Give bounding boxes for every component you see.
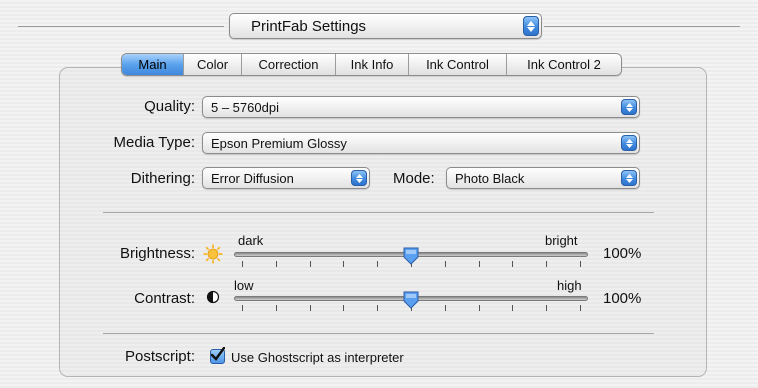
tab-color[interactable]: Color <box>184 54 242 75</box>
media-type-value: Epson Premium Glossy <box>211 135 347 151</box>
tab-main[interactable]: Main <box>122 54 184 75</box>
dithering-label: Dithering: <box>130 170 195 187</box>
slider-tick <box>309 305 311 311</box>
postscript-label: Postscript: <box>124 348 195 365</box>
slider-tick <box>512 305 514 311</box>
slider-tick <box>580 261 581 267</box>
dithering-popup[interactable]: Error Diffusion <box>202 167 370 189</box>
slider-tick <box>309 261 311 267</box>
separator <box>103 212 654 213</box>
brightness-max-label: bright <box>545 233 578 248</box>
ghostscript-checkbox[interactable] <box>210 347 225 364</box>
separator <box>103 333 654 334</box>
slider-tick <box>478 305 480 311</box>
slider-tick <box>478 261 480 267</box>
up-down-arrows-icon <box>621 135 637 151</box>
contrast-max-label: high <box>557 278 582 293</box>
slider-tick <box>580 305 581 311</box>
header-rule-right <box>544 26 740 27</box>
slider-tick <box>377 261 379 267</box>
tab-ink-control-2[interactable]: Ink Control 2 <box>507 54 621 75</box>
slider-tick <box>546 261 548 267</box>
slider-tick <box>275 261 277 267</box>
tab-correction[interactable]: Correction <box>242 54 336 75</box>
ghostscript-checkbox-label[interactable]: Use Ghostscript as interpreter <box>231 350 404 365</box>
slider-thumb-icon[interactable] <box>403 247 419 270</box>
up-down-arrows-icon <box>621 99 637 115</box>
contrast-value: 100% <box>603 290 642 307</box>
tab-ink-info[interactable]: Ink Info <box>336 54 409 75</box>
mode-popup[interactable]: Photo Black <box>446 167 640 189</box>
tab-ink-control[interactable]: Ink Control <box>409 54 507 75</box>
up-down-arrows-icon <box>621 170 637 186</box>
brightness-min-label: dark <box>238 233 264 248</box>
mode-label: Mode: <box>393 170 435 187</box>
contrast-min-label: low <box>234 278 254 293</box>
slider-tick <box>512 261 514 267</box>
brightness-value: 100% <box>603 245 642 262</box>
contrast-label: Contrast: <box>134 290 195 307</box>
quality-popup[interactable]: 5 – 5760dpi <box>202 96 640 118</box>
slider-tick <box>444 305 446 311</box>
brightness-label: Brightness: <box>119 245 195 262</box>
slider-tick <box>242 261 243 267</box>
dithering-value: Error Diffusion <box>211 170 294 186</box>
half-moon-icon <box>206 290 220 309</box>
up-down-arrows-icon <box>523 16 539 36</box>
quality-label: Quality: <box>144 98 195 115</box>
header-rule-left <box>18 26 224 27</box>
settings-popup[interactable]: PrintFab Settings <box>229 13 542 39</box>
slider-thumb-icon[interactable] <box>403 291 419 314</box>
slider-tick <box>242 305 243 311</box>
slider-tick <box>444 261 446 267</box>
media-type-label: Media Type: <box>113 134 195 151</box>
mode-value: Photo Black <box>455 170 525 186</box>
sun-icon <box>203 244 223 269</box>
slider-tick <box>546 305 548 311</box>
settings-popup-label: PrintFab Settings <box>251 17 367 35</box>
up-down-arrows-icon <box>351 170 367 186</box>
media-type-popup[interactable]: Epson Premium Glossy <box>202 132 640 154</box>
slider-tick <box>343 305 345 311</box>
quality-value: 5 – 5760dpi <box>211 99 279 115</box>
tab-bar: Main Color Correction Ink Info Ink Contr… <box>121 53 622 76</box>
slider-tick <box>377 305 379 311</box>
slider-tick <box>275 305 277 311</box>
slider-tick <box>343 261 345 267</box>
